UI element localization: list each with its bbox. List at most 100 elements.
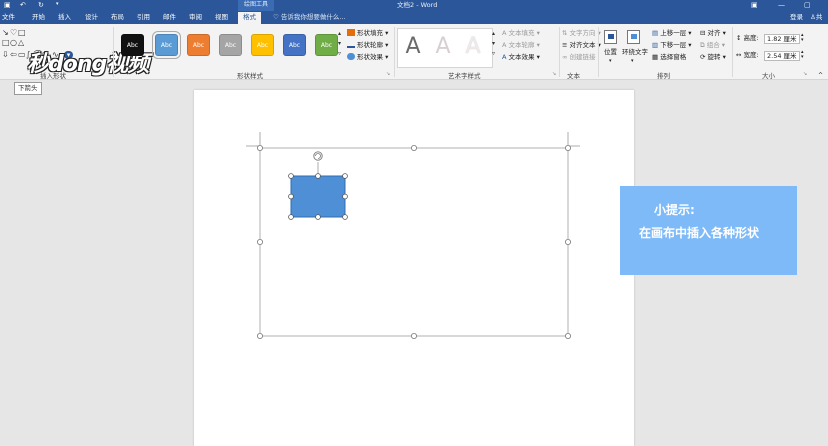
shape-handle[interactable] [288, 173, 294, 179]
shape-left-arrow-icon[interactable]: ⇦ [10, 51, 17, 59]
shape-handle[interactable] [288, 214, 294, 220]
wrap-text-icon[interactable] [627, 30, 640, 44]
shape-style-swatch[interactable]: Abc [219, 34, 242, 56]
gallery-up-icon[interactable]: ▴ [338, 30, 341, 38]
minimize-icon[interactable]: — [778, 0, 785, 10]
canvas-handle[interactable] [564, 238, 571, 245]
shape-style-swatch[interactable]: Abc [251, 34, 274, 56]
height-input[interactable]: 1.82 厘米 [764, 34, 800, 44]
canvas-handle[interactable] [257, 238, 264, 245]
text-effects-button[interactable]: A 文本效果 ▾ [502, 53, 540, 62]
rotate-button[interactable]: ⟳ 旋转 ▾ [700, 53, 726, 62]
tab-layout[interactable]: 布局 [111, 13, 124, 22]
shape-handle[interactable] [342, 214, 348, 220]
rotate-handle-icon[interactable] [313, 151, 323, 161]
gallery-expand-icon[interactable]: ▿ [338, 50, 341, 58]
group-button[interactable]: ⧉ 组合 ▾ [700, 41, 725, 50]
wordart-up-icon[interactable]: ▴ [492, 30, 495, 38]
wordart-launcher-icon[interactable]: ↘ [552, 71, 556, 77]
shape-style-swatch[interactable]: Abc [283, 34, 306, 56]
text-fill-button[interactable]: A 文本填充 ▾ [502, 29, 540, 38]
save-icon[interactable]: ▣ [4, 1, 11, 9]
align-text-icon: ≡ [562, 41, 570, 49]
position-dropdown-icon[interactable]: ▾ [609, 57, 612, 66]
maximize-icon[interactable]: ▢ [804, 0, 811, 10]
shape-style-swatch[interactable]: Abc [121, 34, 144, 56]
shape-handle[interactable] [342, 173, 348, 179]
tab-mailings[interactable]: 邮件 [163, 13, 176, 22]
canvas-handle[interactable] [564, 145, 571, 152]
redo-icon[interactable]: ↻ [38, 1, 44, 9]
align-button[interactable]: ⊟ 对齐 ▾ [700, 29, 726, 38]
position-button[interactable]: 位置 [604, 48, 617, 57]
shape-arrow-icon[interactable]: ↘ [2, 29, 9, 37]
shape-handle[interactable] [315, 214, 321, 220]
ribbon-options-icon[interactable]: ▣ [751, 0, 758, 10]
text-outline-button[interactable]: A 文本轮廓 ▾ [502, 41, 540, 50]
shape-style-swatch[interactable]: Abc [187, 34, 210, 56]
wordart-down-icon[interactable]: ▾ [492, 40, 495, 48]
shape-square-icon[interactable]: □ [2, 39, 10, 47]
gallery-down-icon[interactable]: ▾ [338, 40, 341, 48]
send-backward-button[interactable]: ▥ 下移一层 ▾ [652, 41, 692, 50]
bring-forward-button[interactable]: ▤ 上移一层 ▾ [652, 29, 692, 38]
shape-doc-icon[interactable]: ▭ [18, 51, 26, 59]
tab-view[interactable]: 视图 [215, 13, 228, 22]
tab-design[interactable]: 设计 [85, 13, 98, 22]
share-button[interactable]: ♙共 [810, 13, 822, 22]
shape-styles-launcher-icon[interactable]: ↘ [386, 71, 390, 77]
height-spinner-icon[interactable]: ▴ ▾ [801, 33, 804, 43]
shape-effects-button[interactable]: 形状效果 ▾ [347, 53, 388, 62]
shape-handle[interactable] [342, 193, 348, 200]
shape-heart-icon[interactable]: ♡ [10, 29, 17, 37]
position-icon[interactable] [604, 30, 617, 44]
group-label-arrange: 排列 [657, 72, 670, 80]
canvas-handle[interactable] [257, 145, 264, 152]
text-direction-button[interactable]: ⇅ 文字方向 ▾ [562, 29, 601, 38]
shape-circle-icon[interactable]: ○ [10, 39, 17, 47]
shape-triangle-icon[interactable]: △ [18, 39, 24, 47]
collapse-ribbon-icon[interactable]: ^ [818, 71, 823, 80]
undo-icon[interactable]: ↶ [20, 1, 26, 9]
shape-handle[interactable] [315, 173, 321, 179]
wordart-style-1[interactable]: A [399, 32, 427, 62]
wordart-style-2[interactable]: A [429, 32, 457, 62]
tab-format[interactable]: 格式 [238, 12, 261, 24]
shape-fill-button[interactable]: 形状填充 ▾ [347, 29, 388, 38]
shape-handle[interactable] [288, 193, 294, 200]
shape-down-arrow-icon[interactable]: ⇩ [2, 51, 9, 59]
tab-references[interactable]: 引用 [137, 13, 150, 22]
shape-outline-button[interactable]: 形状轮廓 ▾ [347, 41, 388, 50]
ribbon: ↘ ♡ □ □ ○ △ ⇩ ⇦ ▭ ∫ ⌒ ⬡ ∿ ▾ 秒dong视频 插入形状… [0, 24, 828, 80]
send-backward-icon: ▥ [652, 41, 661, 49]
shape-style-swatch[interactable]: Abc [152, 31, 181, 59]
tip-title: 小提示: [654, 203, 695, 217]
login-link[interactable]: 登录 [790, 13, 803, 22]
rectangle-shape[interactable] [290, 175, 346, 218]
wordart-style-3[interactable]: A [459, 32, 487, 62]
selection-pane-button[interactable]: ▦ 选择窗格 [652, 53, 686, 62]
wrap-dropdown-icon[interactable]: ▾ [631, 57, 634, 66]
wrap-text-button[interactable]: 环绕文字 [622, 48, 648, 57]
canvas-handle[interactable] [410, 145, 417, 152]
canvas-handles[interactable] [257, 145, 571, 339]
create-link-button[interactable]: ∞ 创建链接 [562, 53, 595, 62]
tab-review[interactable]: 审阅 [189, 13, 202, 22]
tab-file[interactable]: 文件 [2, 13, 15, 22]
canvas-handle[interactable] [257, 332, 264, 339]
wordart-expand-icon[interactable]: ▿ [492, 50, 495, 58]
canvas-handle[interactable] [410, 332, 417, 339]
width-spinner-icon[interactable]: ▴ ▾ [801, 50, 804, 60]
tab-home[interactable]: 开始 [32, 13, 45, 22]
canvas-handle[interactable] [564, 332, 571, 339]
width-input[interactable]: 2.54 厘米 [764, 51, 800, 61]
shape-style-swatch[interactable]: Abc [315, 34, 338, 56]
customize-qat-icon[interactable]: ▾ [56, 1, 59, 7]
shape-rect-icon[interactable]: □ [18, 29, 26, 37]
create-link-label: 创建链接 [569, 53, 596, 61]
align-text-button[interactable]: ≡ 对齐文本 ▾ [562, 41, 601, 50]
text-fill-label: 文本填充 [508, 29, 535, 37]
size-launcher-icon[interactable]: ↘ [803, 71, 807, 77]
tab-insert[interactable]: 插入 [58, 13, 71, 22]
tell-me-search[interactable]: ♡ 告诉我你想要做什么... [273, 13, 346, 22]
